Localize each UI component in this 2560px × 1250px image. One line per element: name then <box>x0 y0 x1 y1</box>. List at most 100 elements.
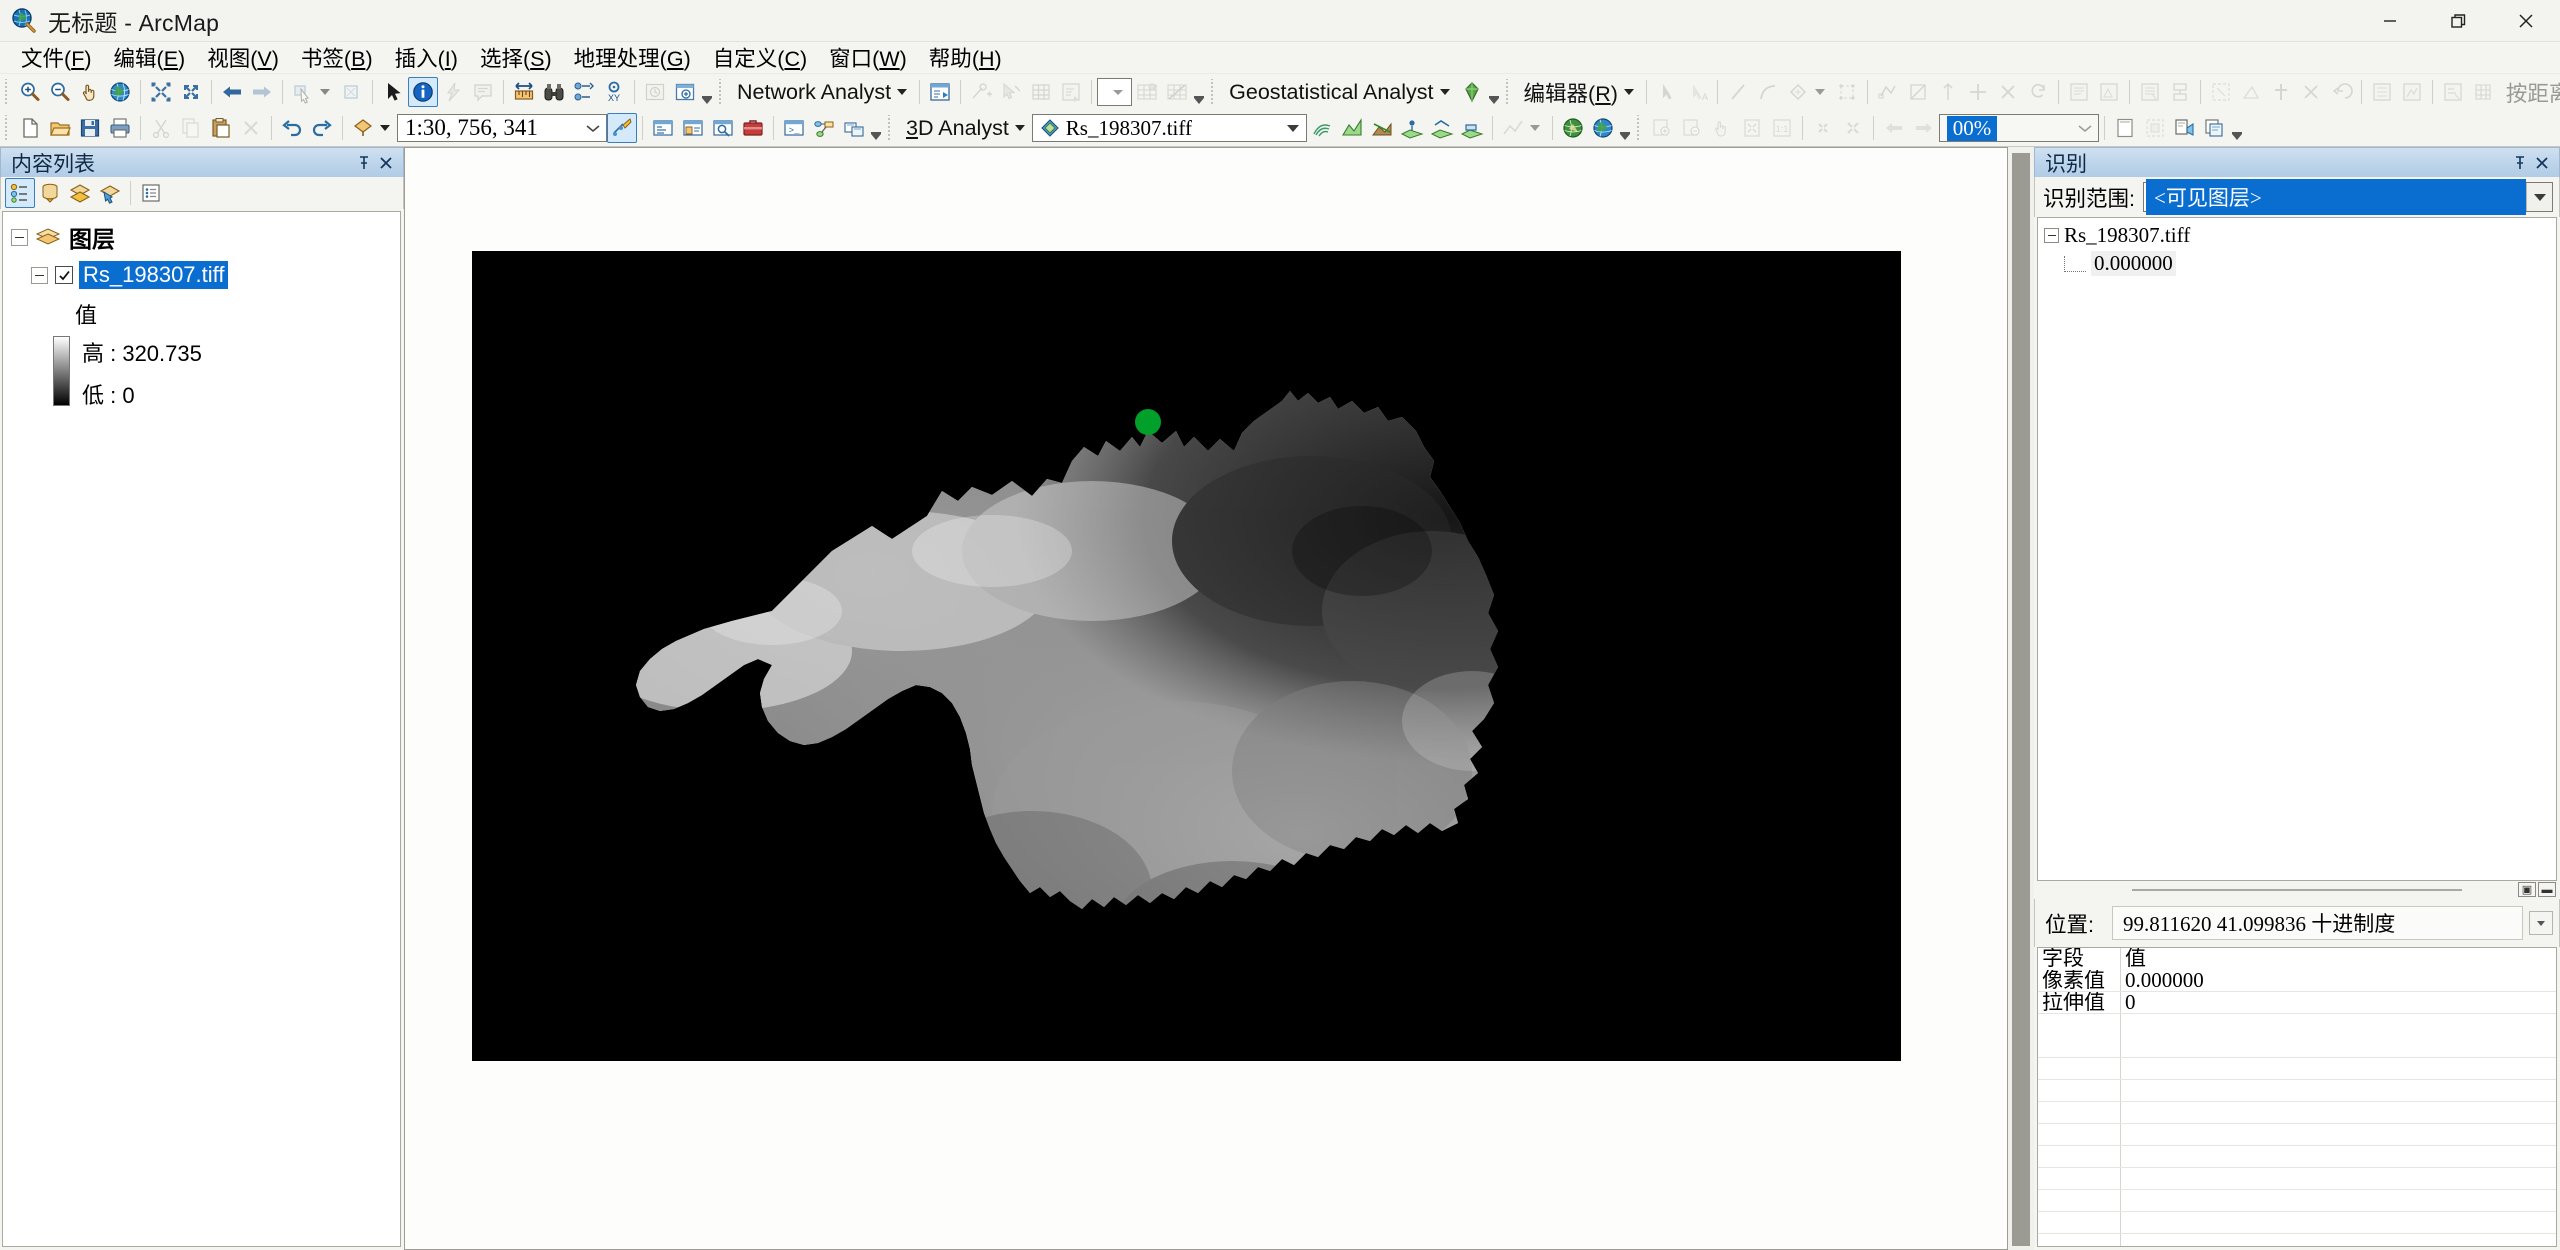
editor-menu[interactable]: 编辑器(R) <box>1516 77 1622 108</box>
analyst3d-caret[interactable] <box>1014 125 1025 131</box>
html-popup-icon[interactable] <box>468 77 498 107</box>
identify-field-grid[interactable]: 字段 值 像素值 0.000000 拉伸值 0 <box>2037 947 2557 1247</box>
search-window-icon[interactable] <box>708 113 738 143</box>
menu-selection[interactable]: 选择(S) <box>469 39 563 76</box>
identify-icon[interactable] <box>408 77 438 107</box>
explore-data-gem-icon[interactable] <box>1457 77 1487 107</box>
identify-restore-icon[interactable]: ▣ <box>2518 882 2536 897</box>
network-analyst-caret[interactable] <box>897 89 908 95</box>
identify-location-options-icon[interactable] <box>2529 911 2553 935</box>
table-row-empty[interactable] <box>2038 1168 2556 1190</box>
select-elements-arrow-icon[interactable] <box>378 77 408 107</box>
redo-icon[interactable] <box>307 113 337 143</box>
table-row-empty[interactable] <box>2038 1036 2556 1058</box>
select-features-icon[interactable] <box>288 77 318 107</box>
list-by-selection-icon[interactable] <box>95 178 125 208</box>
layout-forward-extent-icon[interactable] <box>1909 113 1939 143</box>
contour-icon[interactable] <box>1307 113 1337 143</box>
list-by-visibility-icon[interactable] <box>65 178 95 208</box>
analyst3d-toolbar-overflow[interactable] <box>1618 114 1632 142</box>
print-icon[interactable] <box>105 113 135 143</box>
reshape-icon[interactable] <box>1873 77 1903 107</box>
straight-segment-icon[interactable] <box>1723 77 1753 107</box>
add-data-icon[interactable] <box>348 113 378 143</box>
create-viewer-window-icon[interactable] <box>670 77 700 107</box>
clear-selection-icon[interactable] <box>337 77 367 107</box>
map-data-frame[interactable] <box>404 147 2008 1250</box>
fixed-zoom-out-icon[interactable] <box>176 77 206 107</box>
interpolate-point-icon[interactable] <box>1397 113 1427 143</box>
collapse-result-icon[interactable] <box>2044 228 2059 243</box>
network-analyst-window-icon[interactable] <box>925 77 955 107</box>
link-windows-icon[interactable] <box>839 113 869 143</box>
save-icon[interactable] <box>75 113 105 143</box>
undo-edit-icon[interactable] <box>2326 77 2356 107</box>
toc-layer-tree[interactable]: 图层 Rs_198307.tiff 值 高 : 320.735 低: 0 <box>2 211 401 1247</box>
go-back-extent-icon[interactable] <box>217 77 247 107</box>
select-network-location-icon[interactable] <box>996 77 1026 107</box>
split-polygon-icon[interactable] <box>1903 77 1933 107</box>
data-driven-pages-icon[interactable] <box>2200 113 2230 143</box>
network-analyst-combo[interactable] <box>1097 78 1133 106</box>
identify-maximize-icon[interactable]: ▬ <box>2538 882 2556 897</box>
catalog-window-icon[interactable] <box>678 113 708 143</box>
line-of-sight-icon[interactable] <box>1367 113 1397 143</box>
go-to-xy-icon[interactable]: XY <box>599 77 629 107</box>
toolbar-grip[interactable] <box>3 79 12 105</box>
arctoolbox-icon[interactable] <box>738 113 768 143</box>
editor-grip[interactable] <box>1503 79 1513 105</box>
collapse-layers-icon[interactable] <box>11 228 28 246</box>
identify-autohide-pin-icon[interactable] <box>2509 152 2531 174</box>
toc-options-icon[interactable] <box>136 178 166 208</box>
toc-autohide-pin-icon[interactable] <box>353 152 375 174</box>
delete-icon[interactable] <box>236 113 266 143</box>
add-data-caret[interactable] <box>380 125 390 131</box>
python-window-icon[interactable]: >_ <box>779 113 809 143</box>
table-row-empty[interactable] <box>2038 1080 2556 1102</box>
layout-toolbar-grip[interactable] <box>1634 115 1644 141</box>
menu-view[interactable]: 视图(V) <box>196 39 290 76</box>
focus-data-frame-icon[interactable] <box>2140 113 2170 143</box>
cut-segment-icon[interactable] <box>2296 77 2326 107</box>
edit-annotation-icon[interactable]: A <box>1682 77 1712 107</box>
table-row-empty[interactable] <box>2038 1234 2556 1246</box>
layout-zoom-in-icon[interactable] <box>1647 113 1677 143</box>
edit-vertices-icon[interactable] <box>2135 77 2165 107</box>
rotate-icon[interactable] <box>2023 77 2053 107</box>
topology-edit-icon[interactable] <box>1832 77 1862 107</box>
table-row-empty[interactable] <box>2038 1014 2556 1036</box>
raster-layer-canvas[interactable] <box>472 251 1901 1061</box>
3d-analyst-layer-combo[interactable]: Rs_198307.tiff <box>1031 114 1307 142</box>
new-map-icon[interactable] <box>15 113 45 143</box>
midpoint-icon[interactable] <box>1963 77 1993 107</box>
editor-graph-icon[interactable] <box>2397 77 2427 107</box>
table-row-empty[interactable] <box>2038 1124 2556 1146</box>
layout-zoom-combo[interactable]: 00% <box>1938 114 2099 142</box>
identify-results-tree[interactable]: Rs_198307.tiff 0.000000 <box>2037 217 2557 881</box>
geostat-grip[interactable] <box>1209 79 1219 105</box>
edit-tool-arrow-icon[interactable] <box>1652 77 1682 107</box>
sketch-properties-icon[interactable] <box>2094 77 2124 107</box>
intersection-icon[interactable] <box>1993 77 2023 107</box>
analyst3d-grip[interactable] <box>886 115 895 141</box>
open-icon[interactable] <box>45 113 75 143</box>
geostatistical-analyst-menu[interactable]: Geostatistical Analyst <box>1221 80 1437 105</box>
analyst3d-menu[interactable]: 3D Analyst <box>898 116 1013 141</box>
split-by-distance-label[interactable]: 按距离分割边(I)... <box>2498 77 2560 108</box>
layout-fixed-zoom-in-icon[interactable] <box>1808 113 1838 143</box>
toggle-draft-mode-icon[interactable] <box>2110 113 2140 143</box>
close-button[interactable] <box>2492 0 2560 42</box>
build-network-icon[interactable] <box>1026 77 1056 107</box>
find-route-icon[interactable] <box>569 77 599 107</box>
arcglobe-icon[interactable] <box>1588 113 1618 143</box>
menu-bookmarks[interactable]: 书签(B) <box>290 39 384 76</box>
model-builder-icon[interactable] <box>809 113 839 143</box>
paste-icon[interactable] <box>206 113 236 143</box>
network-analyst-menu[interactable]: Network Analyst <box>729 80 895 105</box>
standard-toolbar-grip[interactable] <box>3 115 12 141</box>
identify-splitter[interactable]: ▣ ▬ <box>2034 881 2560 899</box>
editor-table-icon[interactable] <box>2367 77 2397 107</box>
interpolate-polygon-icon[interactable] <box>1457 113 1487 143</box>
menu-customize[interactable]: 自定义(C) <box>702 39 818 76</box>
network-toolbar-overflow[interactable] <box>1192 78 1206 106</box>
